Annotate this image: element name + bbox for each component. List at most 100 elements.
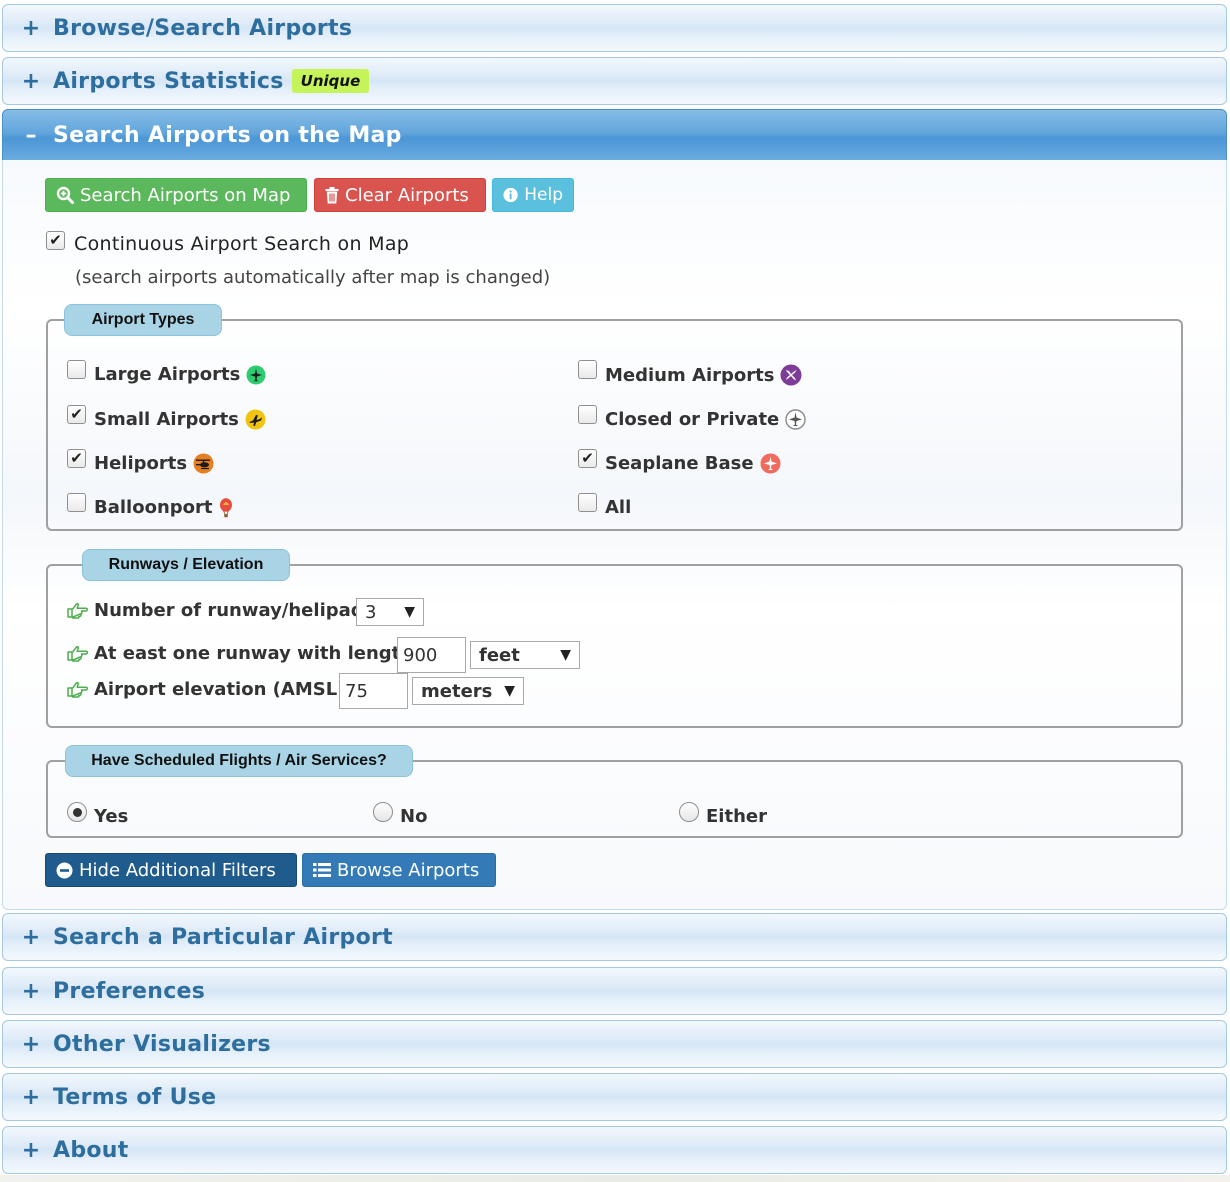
accordion-header-browse[interactable]: + Browse/Search Airports: [2, 4, 1227, 52]
runway-count-select[interactable]: 3 ▼: [356, 598, 424, 626]
scheduled-no-label: No: [400, 806, 428, 827]
elevation-label: Airport elevation (AMSL) ≥: [94, 679, 367, 700]
all-types-checkbox[interactable]: [578, 493, 597, 512]
closed-private-checkbox[interactable]: [578, 405, 597, 424]
small-airports-label: Small Airports: [94, 409, 266, 430]
closed-private-text: Closed or Private: [605, 409, 780, 430]
all-types-label: All: [605, 497, 631, 518]
accordion-header-preferences[interactable]: + Preferences: [2, 967, 1227, 1015]
seaplane-base-text: Seaplane Base: [605, 453, 754, 474]
length-unit-select[interactable]: feet ▼: [470, 641, 580, 669]
closed-private-label: Closed or Private: [605, 409, 806, 430]
scheduled-yes-radio[interactable]: [67, 802, 87, 822]
balloonport-label: Balloonport: [94, 497, 233, 518]
accordion-header-terms[interactable]: + Terms of Use: [2, 1073, 1227, 1121]
hand-point-right-icon: [67, 602, 88, 619]
accordion-title: Preferences: [53, 978, 206, 1004]
checkmark-icon: ✔: [581, 449, 594, 467]
elevation-input[interactable]: [339, 673, 408, 709]
search-map-panel: Search Airports on Map Clear Airports He…: [2, 160, 1227, 910]
seaplane-base-checkbox[interactable]: ✔: [578, 449, 597, 468]
medium-airports-text: Medium Airports: [605, 364, 775, 386]
expand-plus-icon: +: [21, 1137, 41, 1163]
checkmark-icon: ✔: [70, 449, 83, 467]
dropdown-arrow-icon: ▼: [560, 647, 571, 663]
search-plus-icon: [56, 186, 74, 204]
runway-count-value: 3: [365, 601, 377, 623]
continuous-search-checkbox[interactable]: ✔: [46, 231, 65, 250]
length-unit-value: feet: [479, 644, 520, 666]
browse-airports-button[interactable]: Browse Airports: [302, 853, 496, 887]
runway-length-row: At east one runway with length ≥: [67, 643, 434, 664]
elevation-unit-select[interactable]: meters ▼: [412, 677, 524, 705]
seaplane-icon: [760, 453, 781, 474]
accordion-title: Search a Particular Airport: [53, 924, 393, 950]
clear-airports-button[interactable]: Clear Airports: [314, 178, 486, 212]
continuous-search-text: Continuous Airport Search on Map: [74, 233, 410, 255]
heliports-checkbox[interactable]: ✔: [67, 449, 86, 468]
balloonport-checkbox[interactable]: [67, 493, 86, 512]
closed-airport-icon: [785, 409, 806, 430]
dropdown-arrow-icon: ▼: [504, 683, 515, 699]
dropdown-arrow-icon: ▼: [404, 604, 415, 620]
hand-point-right-icon: [67, 681, 88, 698]
scheduled-flights-legend: Have Scheduled Flights / Air Services?: [65, 745, 413, 777]
browse-airports-label: Browse Airports: [337, 859, 480, 881]
small-airport-icon: [245, 409, 266, 430]
hide-additional-filters-label: Hide Additional Filters: [79, 859, 276, 881]
accordion-header-about[interactable]: + About: [2, 1126, 1227, 1174]
airport-types-legend: Airport Types: [64, 304, 222, 336]
runways-elevation-legend: Runways / Elevation: [82, 549, 290, 581]
collapse-minus-icon: –: [25, 123, 37, 148]
elevation-unit-value: meters: [421, 680, 493, 702]
medium-airport-icon: [780, 364, 802, 386]
small-airports-text: Small Airports: [94, 409, 239, 430]
medium-airports-label: Medium Airports: [605, 364, 802, 386]
unique-badge: Unique: [291, 69, 370, 93]
accordion-title: Terms of Use: [53, 1084, 217, 1110]
list-icon: [313, 863, 331, 877]
accordion-header-visualizers[interactable]: + Other Visualizers: [2, 1020, 1227, 1068]
balloon-icon: [219, 497, 232, 517]
search-airports-on-map-button[interactable]: Search Airports on Map: [45, 178, 307, 212]
continuous-search-label: Continuous Airport Search on Map: [74, 233, 409, 255]
seaplane-base-label: Seaplane Base: [605, 453, 781, 474]
continuous-search-note: (search airports automatically after map…: [75, 267, 551, 288]
runway-count-label: Number of runway/helipad ≥: [94, 600, 385, 621]
checkmark-icon: ✔: [70, 405, 83, 423]
heliport-icon: [193, 453, 214, 474]
scheduled-yes-label: Yes: [94, 806, 129, 827]
expand-plus-icon: +: [21, 1084, 41, 1110]
medium-airports-checkbox[interactable]: [578, 360, 597, 379]
help-button[interactable]: Help: [492, 178, 574, 212]
accordion-header-search-map[interactable]: – Search Airports on the Map: [2, 109, 1227, 162]
expand-plus-icon: +: [21, 978, 41, 1004]
runway-count-row: Number of runway/helipad ≥: [67, 600, 385, 621]
elevation-row: Airport elevation (AMSL) ≥: [67, 679, 367, 700]
trash-icon: [325, 186, 339, 203]
accordion-title: Airports Statistics: [53, 68, 284, 94]
large-airport-icon: [246, 365, 266, 384]
runway-length-input[interactable]: [397, 637, 466, 673]
accordion-header-statistics[interactable]: + Airports Statistics Unique: [2, 57, 1227, 105]
minus-circle-icon: [56, 862, 73, 878]
scheduled-either-radio[interactable]: [679, 802, 699, 822]
accordion-title: Search Airports on the Map: [53, 123, 402, 148]
hide-additional-filters-button[interactable]: Hide Additional Filters: [45, 853, 297, 887]
runway-length-label: At east one runway with length ≥: [94, 643, 435, 664]
info-circle-icon: [503, 187, 518, 203]
accordion-title: About: [53, 1137, 129, 1163]
scheduled-no-radio[interactable]: [373, 802, 393, 822]
large-airports-checkbox[interactable]: [67, 360, 86, 379]
checkmark-icon: ✔: [49, 231, 62, 249]
accordion-header-particular[interactable]: + Search a Particular Airport: [2, 913, 1227, 961]
large-airports-text: Large Airports: [94, 364, 241, 385]
expand-plus-icon: +: [21, 15, 41, 41]
accordion-title: Browse/Search Airports: [53, 15, 353, 41]
heliports-label: Heliports: [94, 453, 214, 474]
hand-point-right-icon: [67, 645, 88, 662]
scheduled-either-label: Either: [706, 806, 767, 827]
large-airports-label: Large Airports: [94, 364, 266, 385]
heliports-text: Heliports: [94, 453, 188, 474]
small-airports-checkbox[interactable]: ✔: [67, 405, 86, 424]
